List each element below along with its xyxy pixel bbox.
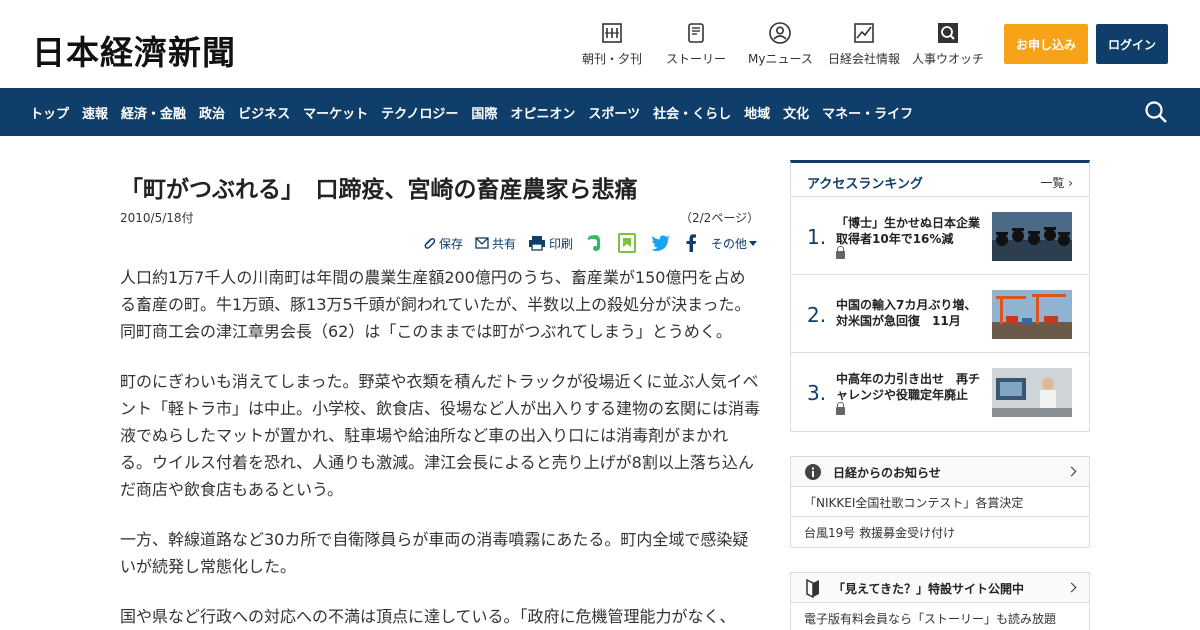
notice-item[interactable]: 「NIKKEI全国社歌コンテスト」各賞決定 <box>791 487 1089 517</box>
phone-icon <box>685 22 707 44</box>
clip-icon <box>424 238 436 249</box>
twitter-icon <box>651 235 671 251</box>
nav-label: 人事ウオッチ <box>912 52 985 66</box>
article-paragraph: 人口約1万7千人の川南町は年間の農業生産額200億円のうち、畜産業が150億円を… <box>120 268 751 341</box>
nav-my-news[interactable]: Myニュース <box>748 22 813 67</box>
port-crane-thumbnail <box>992 290 1072 339</box>
nav-item-culture[interactable]: 文化 <box>783 103 809 122</box>
nav-item-business[interactable]: ビジネス <box>238 103 290 122</box>
nav-item-sports[interactable]: スポーツ <box>588 103 640 122</box>
note-icon <box>618 233 637 253</box>
chevron-right-icon <box>1066 466 1077 477</box>
rank-headline: 「博士」生かせぬ日本企業 取得者10年で16%減 <box>836 215 992 263</box>
nav-item-region[interactable]: 地域 <box>744 103 770 122</box>
share-label: 共有 <box>492 236 517 251</box>
more-label: その他 <box>711 236 748 251</box>
magnifier-icon <box>937 22 959 44</box>
mail-icon <box>475 237 489 249</box>
nav-item-politics[interactable]: 政治 <box>199 103 225 122</box>
nav-personnel-watch[interactable]: 人事ウオッチ <box>912 22 984 67</box>
ranking-more-link[interactable]: 一覧 › <box>1040 174 1073 191</box>
user-icon <box>769 22 792 44</box>
search-icon[interactable] <box>1144 100 1168 124</box>
ranking-header: アクセスランキング 一覧 › <box>791 163 1089 197</box>
graduates-thumbnail <box>992 212 1072 261</box>
info-icon <box>805 464 821 480</box>
rank-number: 1. <box>807 225 827 249</box>
nav-label: ストーリー <box>666 52 727 66</box>
printer-icon <box>529 236 546 251</box>
rank-headline: 中高年の力引き出せ 再チャレンジや役職定年廃止 <box>836 371 984 419</box>
ranking-item[interactable]: 1. 「博士」生かせぬ日本企業 取得者10年で16%減 <box>791 197 1089 275</box>
nav-item-market[interactable]: マーケット <box>303 103 368 122</box>
notice-title: 日経からのお知らせ <box>833 466 941 480</box>
print-label: 印刷 <box>549 236 574 251</box>
book-icon <box>806 578 819 598</box>
nav-item-economy[interactable]: 経済・金融 <box>121 103 186 122</box>
save-label: 保存 <box>439 236 464 251</box>
article-paragraph: 町のにぎわいも消えてしまった。野菜や衣類を積んだトラックが役場近くに並ぶ人気イベ… <box>120 372 761 499</box>
rank-headline: 中国の輸入7カ月ぶり増、対米国が急回復 11月 <box>836 297 984 329</box>
site-header: 日本経濟新聞 朝刊・夕刊 ストーリー Myニュース 日経会社情報 人事ウオッチ … <box>0 0 1200 88</box>
nav-item-breaking[interactable]: 速報 <box>82 103 108 122</box>
chevron-right-icon <box>1066 582 1077 593</box>
facebook-button[interactable] <box>686 234 699 252</box>
nav-label: Myニュース <box>748 52 813 66</box>
article-paragraph: 国や県など行政への対応への不満は頂点に達している。「政府に危機管理能力がなく、 <box>120 607 736 626</box>
login-button[interactable]: ログイン <box>1096 24 1168 64</box>
twitter-button[interactable] <box>651 235 674 251</box>
nav-item-money-life[interactable]: マネー・ライフ <box>822 103 913 122</box>
feature-promo: 「見えてきた？」特設サイト公開中 電子版有料会員なら「ストーリー」も読み放題 <box>790 572 1090 630</box>
article-paragraph: 一方、幹線道路など30カ所で自衛隊員らが車両の消毒噴霧にあたる。町内全域で感染疑… <box>120 530 749 576</box>
nikkei-notice: 日経からのお知らせ 「NIKKEI全国社歌コンテスト」各賞決定 台風19号 救援… <box>790 456 1090 548</box>
chart-icon <box>853 22 875 44</box>
nav-item-top[interactable]: トップ <box>30 103 69 122</box>
category-nav: トップ 速報 経済・金融 政治 ビジネス マーケット テクノロジー 国際 オピニ… <box>0 88 1200 136</box>
article-date: 2010/5/18付 <box>120 211 194 225</box>
site-logo[interactable]: 日本経濟新聞 <box>32 26 236 74</box>
article-body: 人口約1万7千人の川南町は年間の農業生産額200億円のうち、畜産業が150億円を… <box>120 264 760 630</box>
feature-header[interactable]: 「見えてきた？」特設サイト公開中 <box>791 573 1089 603</box>
article-toolbar: 保存 共有 印刷 その他 <box>422 232 772 254</box>
rank-headline-text: 「博士」生かせぬ日本企業 取得者10年で16%減 <box>836 216 993 246</box>
lock-icon <box>836 402 845 415</box>
feature-text[interactable]: 電子版有料会員なら「ストーリー」も読み放題 <box>791 603 1089 630</box>
nav-label: 日経会社情報 <box>828 52 901 66</box>
print-button[interactable]: 印刷 <box>528 235 573 252</box>
access-ranking: アクセスランキング 一覧 › 1. 「博士」生かせぬ日本企業 取得者10年で16… <box>790 160 1090 432</box>
nav-item-opinion[interactable]: オピニオン <box>510 103 575 122</box>
bookmark-button[interactable] <box>618 233 639 253</box>
notice-header[interactable]: 日経からのお知らせ <box>791 457 1089 487</box>
nav-morning-evening[interactable]: 朝刊・夕刊 <box>582 22 642 67</box>
rank-number: 3. <box>807 381 827 405</box>
evernote-button[interactable] <box>585 233 606 253</box>
caret-down-icon <box>749 240 758 246</box>
nav-item-technology[interactable]: テクノロジー <box>381 103 458 122</box>
evernote-icon <box>587 235 601 251</box>
ranking-more-label: 一覧 <box>1040 176 1065 190</box>
office-worker-thumbnail <box>992 368 1072 417</box>
nav-company-info[interactable]: 日経会社情報 <box>828 22 900 67</box>
nav-item-international[interactable]: 国際 <box>471 103 497 122</box>
share-button[interactable]: 共有 <box>475 235 516 252</box>
nav-story[interactable]: ストーリー <box>666 22 726 67</box>
newspaper-icon <box>601 22 623 44</box>
page-indicator: （2/2ページ） <box>680 211 760 225</box>
notice-item[interactable]: 台風19号 救援募金受け付け <box>791 517 1089 547</box>
nav-item-society[interactable]: 社会・くらし <box>653 103 731 122</box>
facebook-icon <box>686 234 697 252</box>
ranking-item[interactable]: 2. 中国の輸入7カ月ぶり増、対米国が急回復 11月 <box>791 275 1089 353</box>
article-title: 「町がつぶれる」 口蹄疫、宮崎の畜産農家ら悲痛 <box>120 177 638 203</box>
rank-headline-text: 中高年の力引き出せ 再チャレンジや役職定年廃止 <box>836 372 981 402</box>
rank-number: 2. <box>807 303 827 327</box>
save-button[interactable]: 保存 <box>422 235 463 252</box>
lock-icon <box>836 246 845 259</box>
subscribe-button[interactable]: お申し込み <box>1004 24 1088 64</box>
more-menu-button[interactable]: その他 <box>711 235 760 252</box>
ranking-item[interactable]: 3. 中高年の力引き出せ 再チャレンジや役職定年廃止 <box>791 353 1089 431</box>
ranking-title: アクセスランキング <box>807 177 923 192</box>
feature-title: 「見えてきた？」特設サイト公開中 <box>833 582 1025 596</box>
rank-headline-text: 中国の輸入7カ月ぶり増、対米国が急回復 11月 <box>836 298 977 328</box>
nav-label: 朝刊・夕刊 <box>582 52 643 66</box>
